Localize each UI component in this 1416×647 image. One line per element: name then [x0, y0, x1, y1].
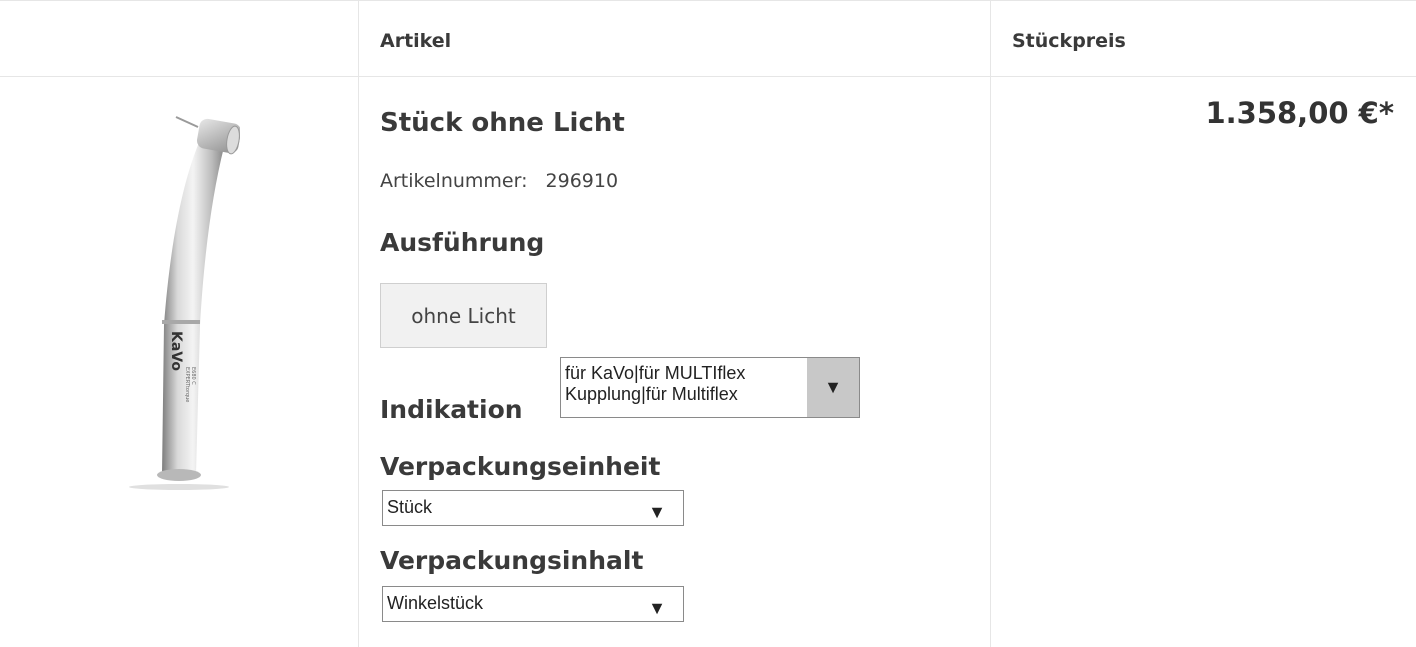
unit-price: 1.358,00 €*: [1205, 96, 1394, 130]
verpackungsinhalt-selected-value: Winkelstück: [387, 593, 484, 613]
svg-text:EXPERTtorque: EXPERTtorque: [184, 367, 190, 402]
svg-text:E680 C: E680 C: [190, 367, 196, 385]
chevron-down-icon[interactable]: ▼: [631, 587, 683, 621]
product-title: Stück ohne Licht: [380, 108, 625, 138]
ausfuehrung-label: Ausführung: [380, 228, 545, 257]
article-number-label: Artikelnummer:: [380, 170, 528, 192]
product-image[interactable]: KaVo EXPERTtorque E680 C: [120, 105, 240, 525]
verpackungseinheit-selected-value: Stück: [387, 497, 433, 517]
verpackungseinheit-select[interactable]: Stück ▼: [382, 490, 684, 526]
article-number-value: 296910: [545, 170, 619, 192]
indikation-selected-value: für KaVo|für MULTIflex Kupplung|für Mult…: [565, 363, 746, 404]
ausfuehrung-option-button[interactable]: ohne Licht: [380, 283, 547, 348]
verpackungseinheit-label: Verpackungseinheit: [380, 452, 661, 481]
indikation-select[interactable]: für KaVo|für MULTIflex Kupplung|für Mult…: [560, 357, 860, 418]
table-top-border: [0, 0, 1416, 1]
header-stueckpreis: Stückpreis: [1012, 30, 1126, 52]
indikation-label: Indikation: [380, 395, 523, 424]
svg-text:KaVo: KaVo: [168, 331, 184, 371]
header-artikel: Artikel: [380, 30, 452, 52]
verpackungsinhalt-label: Verpackungsinhalt: [380, 546, 644, 575]
column-divider-1: [358, 0, 359, 647]
column-divider-2: [990, 0, 991, 647]
verpackungsinhalt-select[interactable]: Winkelstück ▼: [382, 586, 684, 622]
chevron-down-icon[interactable]: ▼: [631, 491, 683, 525]
chevron-down-icon[interactable]: ▼: [807, 358, 859, 417]
header-divider: [0, 76, 1416, 77]
article-number-row: Artikelnummer: 296910: [380, 170, 618, 192]
